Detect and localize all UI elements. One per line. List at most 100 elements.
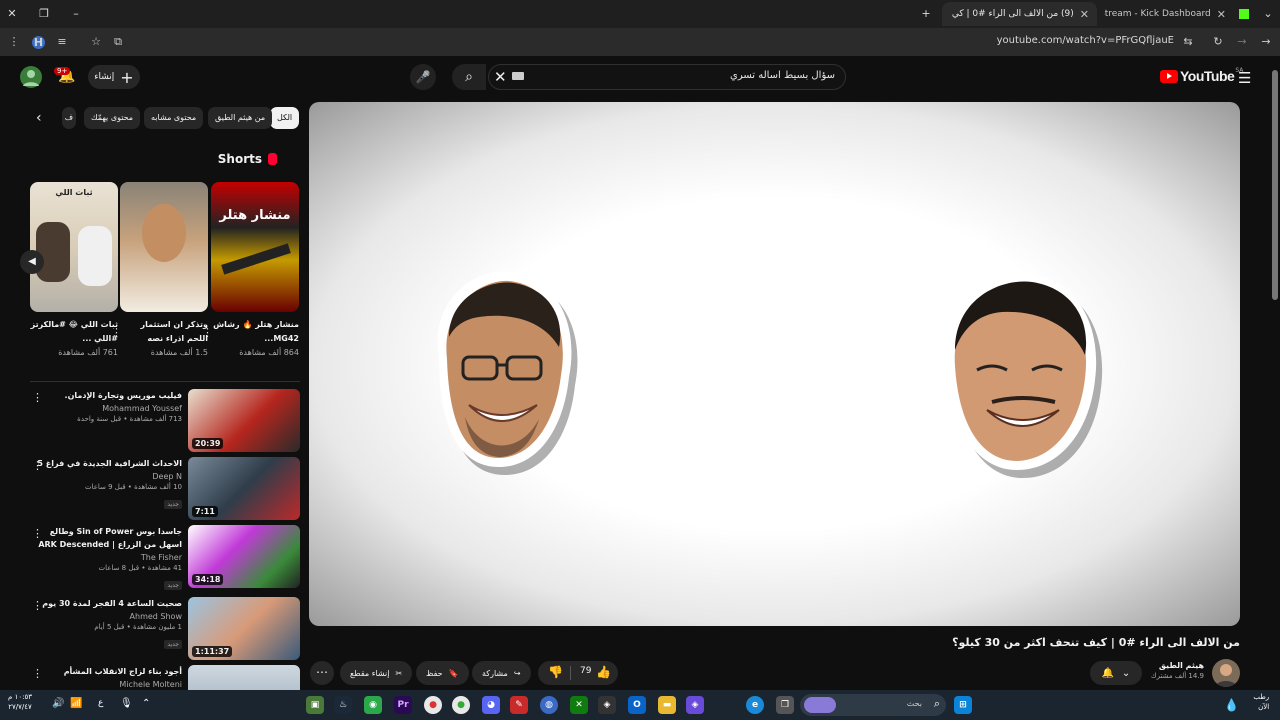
- more-options-icon[interactable]: ⋮: [32, 391, 43, 404]
- weather-widget[interactable]: رطب الآن 💧: [1224, 692, 1269, 712]
- video-thumbnail[interactable]: 1:11:37: [188, 597, 300, 660]
- video-title[interactable]: الاحداث الشرافية الجديدة في فراغ 5: [36, 457, 182, 470]
- tab-kick-dashboard[interactable]: ✕ 1htm1 Stream - Kick Dashboard: [1104, 2, 1234, 26]
- short-item[interactable]: منشار هتلر منشار هتلر 🔥 رشاش MG42... 864…: [202, 182, 299, 357]
- short-thumbnail[interactable]: ثبات اللي: [30, 182, 118, 312]
- minimize-window-icon[interactable]: –: [66, 4, 86, 24]
- maximize-window-icon[interactable]: ❐: [34, 4, 54, 24]
- channel-name[interactable]: Michele Molteni: [36, 680, 182, 689]
- app-copilot-icon[interactable]: ◈: [686, 696, 704, 714]
- app-edge-icon[interactable]: e: [746, 696, 764, 714]
- save-button[interactable]: 🔖 حفظ: [416, 661, 469, 685]
- chip-for-you[interactable]: محتوى يهمّك: [84, 107, 141, 129]
- app-chrome-profile-icon[interactable]: ●: [452, 696, 470, 714]
- close-window-icon[interactable]: ✕: [2, 4, 22, 24]
- list-item[interactable]: أجود بناء لزاج الانقلاب المشأم Michele M…: [30, 665, 300, 690]
- back-icon[interactable]: →: [1258, 34, 1274, 50]
- short-title[interactable]: منشار هتلر 🔥 رشاش MG42...: [211, 318, 299, 346]
- more-options-icon[interactable]: ⋮: [32, 667, 43, 680]
- list-item[interactable]: 7:11 الاحداث الشرافية الجديدة في فراغ 5 …: [30, 457, 300, 520]
- language-indicator[interactable]: ع: [98, 698, 103, 708]
- youtube-logo[interactable]: YouTube SA: [1160, 67, 1243, 84]
- chip-more[interactable]: ف: [62, 107, 76, 129]
- short-thumbnail[interactable]: منشار هتلر: [211, 182, 299, 312]
- app-browser-active-icon[interactable]: ◍: [540, 696, 558, 714]
- more-options-icon[interactable]: ⋮: [32, 459, 43, 472]
- video-thumbnail[interactable]: 34:18: [188, 525, 300, 588]
- list-item[interactable]: 34:18 جاسدا بوس Sin of Power وطالع اسهل …: [30, 525, 300, 590]
- app-steam-icon[interactable]: ♨: [334, 696, 352, 714]
- app-file-explorer-icon[interactable]: ▬: [658, 696, 676, 714]
- bookmark-star-icon[interactable]: ☆: [88, 34, 104, 50]
- more-actions-button[interactable]: ⋯: [310, 661, 334, 685]
- app-discord-icon[interactable]: ◕: [482, 696, 500, 714]
- short-item[interactable]: وتذكر ان استثمار اللحم اذراء نصه 1.5 ألف…: [111, 182, 208, 357]
- video-title[interactable]: جاسدا بوس Sin of Power وطالع اسهل من الز…: [36, 525, 182, 551]
- avatar[interactable]: [20, 66, 42, 88]
- channel-name[interactable]: The Fisher: [36, 553, 182, 562]
- clip-button[interactable]: ✂ إنشاء مقطع: [340, 661, 413, 685]
- video-thumbnail[interactable]: 20:39: [188, 389, 300, 452]
- short-title[interactable]: وتذكر ان استثمار اللحم اذراء نصه: [120, 318, 208, 346]
- channel-name[interactable]: Deep N: [36, 472, 182, 481]
- video-thumbnail[interactable]: [188, 665, 300, 690]
- browser-menu-icon[interactable]: ⋮: [6, 34, 22, 50]
- close-tab-icon[interactable]: ✕: [1080, 8, 1089, 21]
- dislike-button-icon[interactable]: 👎: [548, 665, 563, 679]
- chip-related[interactable]: محتوى مشابه: [144, 107, 204, 129]
- channel-avatar[interactable]: [1212, 659, 1240, 687]
- subscription-button[interactable]: 🔔 ⌄: [1090, 661, 1142, 685]
- more-options-icon[interactable]: ⋮: [32, 599, 43, 612]
- video-player[interactable]: [309, 102, 1240, 626]
- volume-icon[interactable]: 🔊: [52, 698, 64, 709]
- site-settings-icon[interactable]: ⇆: [1180, 34, 1196, 50]
- taskbar-search-input[interactable]: بحث ⌕: [800, 694, 946, 716]
- forward-icon[interactable]: →: [1234, 34, 1250, 50]
- scrollbar-thumb[interactable]: [1272, 70, 1278, 300]
- tray-overflow-icon[interactable]: ⌃: [142, 698, 150, 709]
- list-item[interactable]: 1:11:37 صحيت الساعة 4 الفجر لمدة 30 يوم …: [30, 597, 300, 660]
- chip-from-channel[interactable]: من هيثم الطيق: [208, 107, 273, 129]
- app-obs-icon[interactable]: ◈: [598, 696, 616, 714]
- short-title[interactable]: ثبات اللي 😂 #مالكرتز #اللي ...: [30, 318, 118, 346]
- create-button[interactable]: إنشاء +: [88, 65, 140, 89]
- short-item[interactable]: ثبات اللي ثبات اللي 😂 #مالكرتز #اللي ...…: [30, 182, 118, 357]
- chip-all[interactable]: الكل: [270, 107, 300, 129]
- hamburger-menu-icon[interactable]: ☰: [1238, 69, 1251, 87]
- app-minecraft-icon[interactable]: ▣: [306, 696, 324, 714]
- mic-tray-icon[interactable]: 🎙: [120, 698, 133, 709]
- app-generic-icon[interactable]: ◉: [364, 696, 382, 714]
- install-app-icon[interactable]: ⧉: [110, 34, 126, 50]
- app-premiere-icon[interactable]: Pr: [394, 696, 412, 714]
- channel-name[interactable]: هيثم الطيق: [1151, 661, 1204, 670]
- video-title[interactable]: صحيت الساعة 4 الفجر لمدة 30 يوم: [36, 597, 182, 610]
- app-xbox-icon[interactable]: ✕: [570, 696, 588, 714]
- app-outlook-icon[interactable]: O: [628, 696, 646, 714]
- task-view-icon[interactable]: ❐: [776, 696, 794, 714]
- new-tab-icon[interactable]: +: [916, 4, 936, 24]
- short-thumbnail[interactable]: [120, 182, 208, 312]
- clear-search-icon[interactable]: ✕: [494, 68, 507, 86]
- channel-name[interactable]: Ahmed Show: [36, 612, 182, 621]
- shorts-previous-button[interactable]: ◀: [20, 250, 44, 274]
- reading-list-icon[interactable]: ≡: [54, 34, 70, 50]
- tab-youtube-video[interactable]: ✕ (9) من الالف الى الراء #0 | كي: [942, 2, 1097, 26]
- windows-start-icon[interactable]: ⊞: [954, 696, 972, 714]
- more-options-icon[interactable]: ⋮: [32, 527, 43, 540]
- voice-search-button[interactable]: 🎤: [410, 64, 436, 90]
- channel-name[interactable]: Mohammad Youssef: [36, 404, 182, 413]
- clock[interactable]: ١٠:٥٣ م ٢٧/٧/٤٧: [8, 692, 32, 712]
- share-button[interactable]: ↪ مشاركة: [472, 661, 531, 685]
- url-text[interactable]: youtube.com/watch?v=PFrGQfljauE: [997, 35, 1174, 46]
- reload-icon[interactable]: ↻: [1210, 34, 1226, 50]
- search-button[interactable]: ⌕: [452, 64, 486, 90]
- like-button-icon[interactable]: 👍: [596, 665, 611, 679]
- keyboard-icon[interactable]: [512, 72, 524, 80]
- extension-h-icon[interactable]: H: [32, 36, 45, 49]
- close-tab-icon[interactable]: ✕: [1217, 8, 1226, 21]
- tab-search-icon[interactable]: ⌄: [1258, 4, 1278, 24]
- video-title[interactable]: أجود بناء لزاج الانقلاب المشأم: [36, 665, 182, 678]
- wifi-icon[interactable]: 📶: [70, 698, 82, 709]
- app-tool-icon[interactable]: ✎: [510, 696, 528, 714]
- app-chrome-icon[interactable]: ●: [424, 696, 442, 714]
